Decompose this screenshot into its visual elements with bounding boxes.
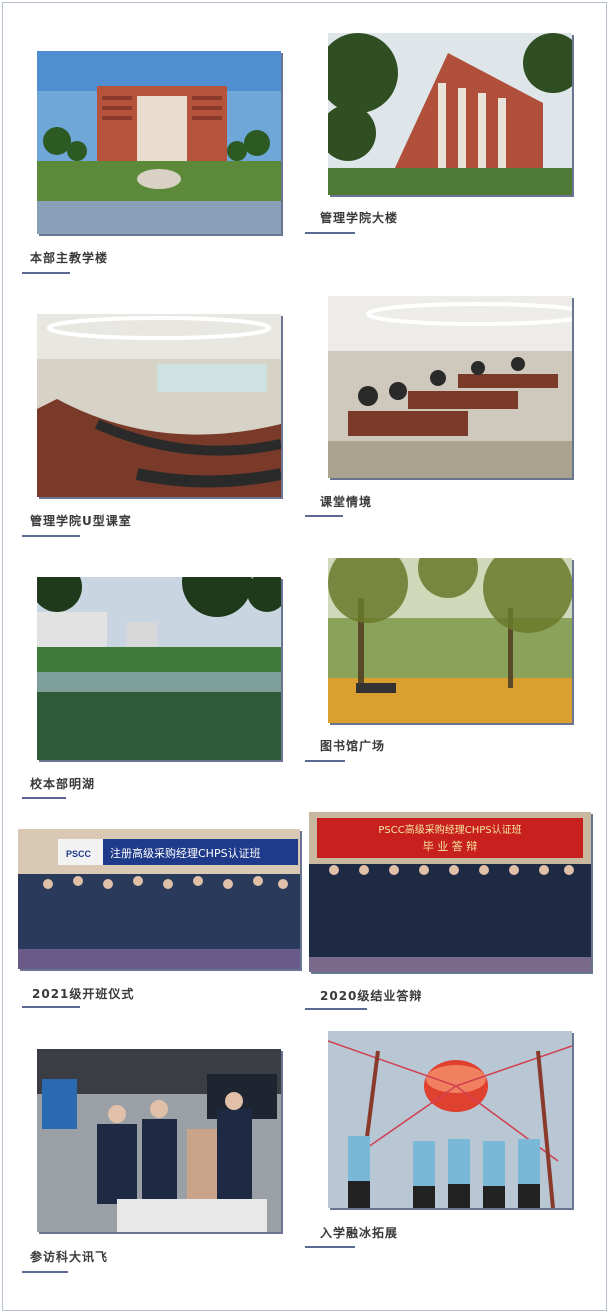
caption-ming-lake: 校本部明湖 (30, 777, 96, 791)
caption-u-classroom: 管理学院U型课室 (30, 514, 132, 528)
banner-logo-text: PSCC (66, 849, 92, 859)
photo-iflytek-visit (37, 1049, 281, 1232)
caption-underline (22, 272, 70, 274)
photo-classroom-scene (328, 296, 572, 478)
banner-title: PSCC高级采购经理CHPS认证班 (378, 823, 521, 836)
caption-classroom-scene: 课堂情境 (320, 495, 373, 509)
caption-icebreaker-expansion: 入学融冰拓展 (320, 1226, 399, 1240)
caption-underline (305, 760, 345, 762)
caption-iflytek-visit: 参访科大讯飞 (30, 1250, 109, 1264)
photo-main-teaching-building (37, 51, 281, 234)
photo-icebreaker-expansion (328, 1031, 572, 1208)
caption-underline (305, 515, 343, 517)
caption-underline (22, 1271, 68, 1273)
caption-underline (305, 1246, 355, 1248)
caption-2021-opening-ceremony: 2021级开班仪式 (32, 987, 135, 1001)
caption-underline (22, 535, 80, 537)
photo-library-square (328, 558, 572, 723)
caption-underline (305, 232, 355, 234)
photo-2021-opening-ceremony: PSCC 注册高级采购经理CHPS认证班 (18, 829, 300, 969)
caption-management-school-building: 管理学院大楼 (320, 211, 399, 225)
caption-underline (22, 797, 66, 799)
caption-underline (305, 1008, 367, 1010)
caption-library-square: 图书馆广场 (320, 739, 386, 753)
photo-ming-lake (37, 577, 281, 760)
banner-subtitle: 毕 业 答 辩 (423, 839, 478, 853)
photo-2020-graduation-defense: PSCC高级采购经理CHPS认证班 毕 业 答 辩 (309, 812, 591, 972)
caption-underline (22, 1006, 80, 1008)
photo-u-classroom (37, 314, 281, 497)
photo-management-school-building (328, 33, 572, 195)
banner-text: 注册高级采购经理CHPS认证班 (110, 846, 261, 860)
caption-2020-graduation-defense: 2020级结业答辩 (320, 989, 423, 1003)
caption-main-teaching-building: 本部主教学楼 (30, 251, 109, 265)
